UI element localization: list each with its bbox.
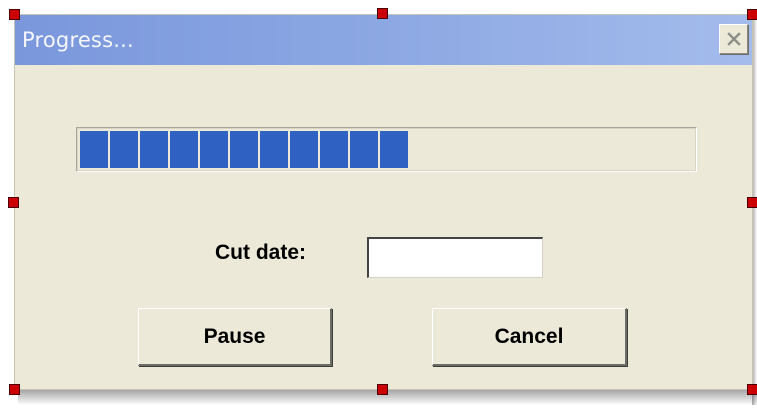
progress-segment bbox=[230, 131, 258, 168]
progress-dialog: Progress... Cut date: Pause Cancel bbox=[14, 14, 753, 390]
design-canvas: Progress... Cut date: Pause Cancel bbox=[0, 0, 757, 412]
progress-segment bbox=[140, 131, 168, 168]
close-button[interactable] bbox=[719, 24, 748, 54]
resize-handle-middle-left[interactable] bbox=[8, 197, 19, 208]
progress-segment bbox=[200, 131, 228, 168]
pause-button[interactable]: Pause bbox=[138, 308, 332, 366]
cut-date-label: Cut date: bbox=[215, 241, 306, 264]
progress-segment bbox=[350, 131, 378, 168]
progress-segment bbox=[380, 131, 408, 168]
progress-segment bbox=[320, 131, 348, 168]
progress-fill bbox=[80, 131, 408, 168]
resize-handle-top-right[interactable] bbox=[747, 9, 757, 20]
resize-handle-middle-right[interactable] bbox=[747, 197, 757, 208]
cut-date-input[interactable] bbox=[367, 237, 543, 278]
progress-segment bbox=[290, 131, 318, 168]
cancel-button[interactable]: Cancel bbox=[432, 308, 627, 366]
progress-segment bbox=[110, 131, 138, 168]
resize-handle-bottom-right[interactable] bbox=[747, 384, 757, 395]
title-bar[interactable]: Progress... bbox=[15, 15, 752, 65]
close-icon bbox=[726, 32, 741, 46]
progress-segment bbox=[260, 131, 288, 168]
progress-segment bbox=[170, 131, 198, 168]
progress-bar bbox=[76, 127, 697, 172]
resize-handle-bottom-center[interactable] bbox=[377, 384, 388, 395]
resize-handle-bottom-left[interactable] bbox=[9, 384, 20, 395]
resize-handle-top-center[interactable] bbox=[377, 8, 388, 19]
progress-segment bbox=[80, 131, 108, 168]
window-title: Progress... bbox=[22, 28, 134, 52]
resize-handle-top-left[interactable] bbox=[9, 9, 20, 20]
